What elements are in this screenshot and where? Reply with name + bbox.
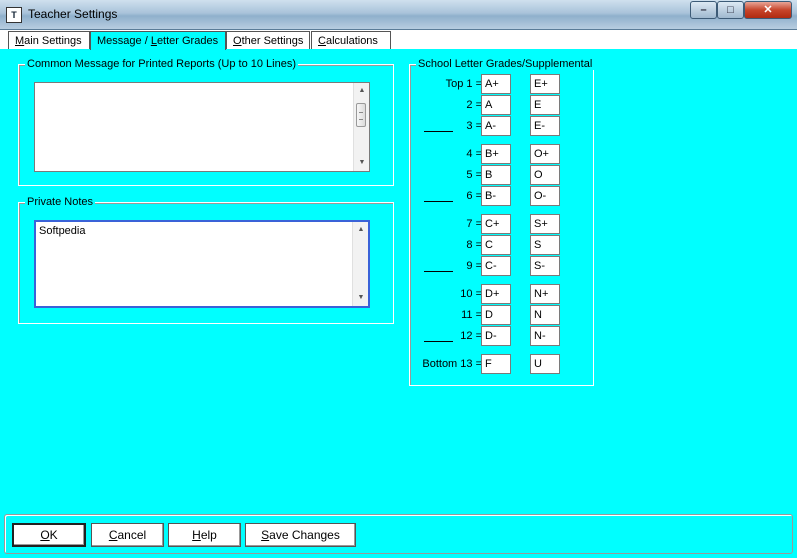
grade-row-label: 8 = [466, 239, 482, 251]
scroll-thumb[interactable] [356, 103, 366, 127]
supplemental-grade-input[interactable]: S+ [530, 214, 560, 234]
grade-row-label: 4 = [466, 148, 482, 160]
common-message-scrollbar[interactable]: ▲ ▼ [353, 83, 369, 171]
supplemental-grade-input[interactable]: U [530, 354, 560, 374]
supplemental-grade-input[interactable]: N+ [530, 284, 560, 304]
tab-main-settings[interactable]: Main Settings [8, 31, 90, 49]
grade-divider-line [424, 271, 453, 272]
grade-row: 2 = A E [410, 95, 595, 115]
letter-grade-input[interactable]: D+ [481, 284, 511, 304]
grade-row: Bottom 13 = F U [410, 354, 595, 374]
tab-message-letter-grades[interactable]: Message / Letter Grades [90, 31, 226, 50]
common-message-group: Common Message for Printed Reports (Up t… [18, 58, 394, 186]
tab-label: Message / Letter Grades [97, 35, 219, 47]
close-button[interactable]: ✕ [744, 1, 792, 19]
grade-row: 6 = B- O- [410, 186, 595, 206]
private-notes-label: Private Notes [25, 196, 96, 208]
letter-grade-input[interactable]: A+ [481, 74, 511, 94]
letter-grade-input[interactable]: C+ [481, 214, 511, 234]
scroll-up-arrow-icon[interactable]: ▲ [354, 84, 370, 98]
grade-divider-line [424, 341, 453, 342]
grade-row-label: 6 = [466, 190, 482, 202]
tab-label: Calculations [318, 35, 378, 47]
cancel-button[interactable]: Cancel [91, 523, 164, 547]
tab-strip: Main Settings Message / Letter Grades Ot… [0, 30, 797, 50]
supplemental-grade-input[interactable]: N- [530, 326, 560, 346]
letter-grade-input[interactable]: B [481, 165, 511, 185]
grade-row: Top 1 = A+ E+ [410, 74, 595, 94]
save-changes-button[interactable]: Save Changes [245, 523, 356, 547]
supplemental-grade-input[interactable]: E+ [530, 74, 560, 94]
common-message-textarea[interactable]: ▲ ▼ [34, 82, 370, 172]
letter-grade-input[interactable]: D [481, 305, 511, 325]
grade-row-label: 7 = [466, 218, 482, 230]
button-bar: OK Cancel Help Save Changes [4, 514, 793, 554]
supplemental-grade-input[interactable]: S [530, 235, 560, 255]
grade-divider-line [424, 131, 453, 132]
window-title: Teacher Settings [28, 7, 118, 21]
title-bar: T Teacher Settings – □ ✕ [0, 0, 797, 30]
grade-row: 5 = B O [410, 165, 595, 185]
grade-row: 3 = A- E- [410, 116, 595, 136]
supplemental-grade-input[interactable]: O- [530, 186, 560, 206]
letter-grade-input[interactable]: F [481, 354, 511, 374]
grade-row-label: Bottom 13 = [422, 358, 482, 370]
grade-row-label: 11 = [461, 309, 482, 321]
scroll-up-arrow-icon[interactable]: ▲ [353, 223, 369, 237]
tab-calculations[interactable]: Calculations [311, 31, 391, 49]
supplemental-grade-input[interactable]: O+ [530, 144, 560, 164]
supplemental-grade-input[interactable]: N [530, 305, 560, 325]
private-notes-scrollbar[interactable]: ▲ ▼ [352, 222, 368, 306]
grade-row-label: 3 = [466, 120, 482, 132]
letter-grade-input[interactable]: B- [481, 186, 511, 206]
grade-row-label: 12 = [460, 330, 482, 342]
grade-row: 11 = D N [410, 305, 595, 325]
supplemental-grade-input[interactable]: S- [530, 256, 560, 276]
scroll-down-arrow-icon[interactable]: ▼ [353, 291, 369, 305]
grade-row-label: Top 1 = [445, 78, 482, 90]
maximize-button[interactable]: □ [717, 1, 744, 19]
grade-row-label: 5 = [466, 169, 482, 181]
scroll-down-arrow-icon[interactable]: ▼ [354, 156, 370, 170]
letter-grade-input[interactable]: B+ [481, 144, 511, 164]
supplemental-grade-input[interactable]: O [530, 165, 560, 185]
grade-row: 7 = C+ S+ [410, 214, 595, 234]
minimize-button[interactable]: – [690, 1, 717, 19]
supplemental-grade-input[interactable]: E [530, 95, 560, 115]
letter-grade-input[interactable]: C [481, 235, 511, 255]
grade-divider-line [424, 201, 453, 202]
letter-grades-title: School Letter Grades/Supplemental [416, 58, 595, 70]
letter-grade-input[interactable]: A- [481, 116, 511, 136]
grade-row: 9 = C- S- [410, 256, 595, 276]
grade-row: 8 = C S [410, 235, 595, 255]
supplemental-grade-input[interactable]: E- [530, 116, 560, 136]
letter-grade-input[interactable]: A [481, 95, 511, 115]
grade-row: 12 = D- N- [410, 326, 595, 346]
grade-row-label: 10 = [460, 288, 482, 300]
tab-label: Other Settings [233, 35, 304, 47]
tab-label: Main Settings [15, 35, 82, 47]
help-button[interactable]: Help [168, 523, 241, 547]
teacher-app-icon[interactable]: T [6, 7, 22, 23]
letter-grade-input[interactable]: C- [481, 256, 511, 276]
grade-row-label: 9 = [466, 260, 482, 272]
letter-grade-input[interactable]: D- [481, 326, 511, 346]
ok-button[interactable]: OK [12, 523, 86, 547]
grade-row: 4 = B+ O+ [410, 144, 595, 164]
common-message-label: Common Message for Printed Reports (Up t… [25, 58, 299, 70]
private-notes-textarea[interactable]: Softpedia ▲ ▼ [34, 220, 370, 308]
grade-row-label: 2 = [466, 99, 482, 111]
grade-row: 10 = D+ N+ [410, 284, 595, 304]
private-notes-text: Softpedia [39, 225, 86, 237]
private-notes-group: Private Notes Softpedia ▲ ▼ [18, 196, 394, 324]
tab-other-settings[interactable]: Other Settings [226, 31, 310, 49]
letter-grades-group: School Letter Grades/Supplemental Top 1 … [409, 58, 595, 386]
